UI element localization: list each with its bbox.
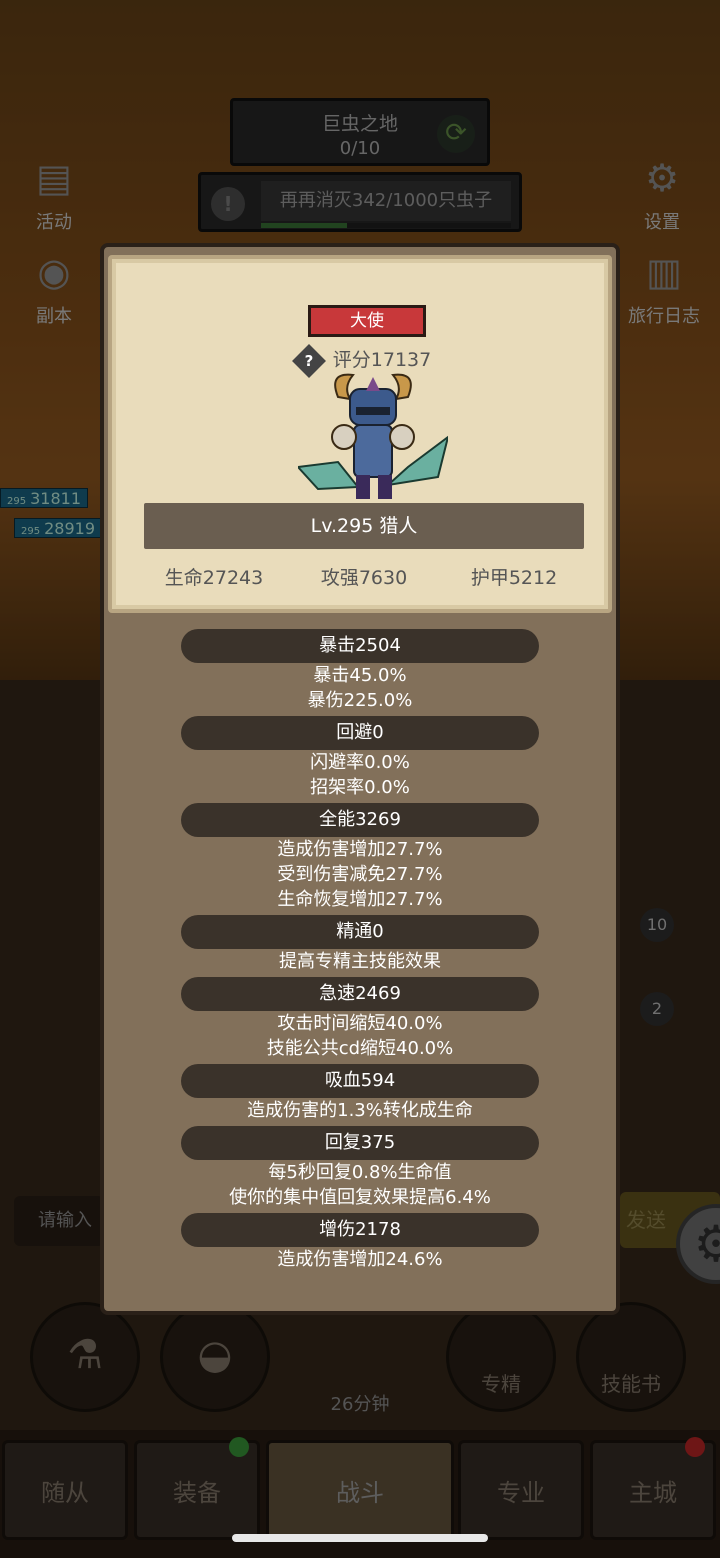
stat-detail: 造成伤害增加24.6% — [277, 1249, 443, 1270]
stat-group-haste: 急速2469 攻击时间缩短40.0% 技能公共cd缩短40.0% — [104, 977, 616, 1061]
stat-detail: 招架率0.0% — [310, 777, 410, 798]
stat-detail: 造成伤害增加27.7% — [277, 839, 443, 860]
stat-group-leech: 吸血594 造成伤害的1.3%转化成生命 — [104, 1064, 616, 1123]
hunter-sprite — [298, 373, 448, 499]
stat-attack-power: 攻强7630 — [320, 567, 408, 589]
stat-detail: 暴击45.0% — [313, 665, 407, 686]
stat-detail: 提高专精主技能效果 — [279, 951, 441, 972]
character-card: 大使 ? 评分17137 Lv.295 猎人 生命27243 攻强7630 护甲5… — [108, 255, 612, 613]
stat-header: 回复375 — [181, 1126, 539, 1160]
home-indicator[interactable] — [232, 1534, 488, 1542]
stat-detail: 攻击时间缩短40.0% — [277, 1013, 443, 1034]
stat-header: 增伤2178 — [181, 1213, 539, 1247]
stat-header: 精通0 — [181, 915, 539, 949]
stat-detail: 使你的集中值回复效果提高6.4% — [229, 1187, 491, 1208]
stat-armor: 护甲5212 — [470, 567, 558, 589]
stat-group-damage-bonus: 增伤2178 造成伤害增加24.6% — [104, 1213, 616, 1272]
stat-group-versatility: 全能3269 造成伤害增加27.7% 受到伤害减免27.7% 生命恢复增加27.… — [104, 803, 616, 912]
stat-detail: 每5秒回复0.8%生命值 — [268, 1162, 452, 1183]
stat-detail: 暴伤225.0% — [307, 690, 413, 711]
stat-detail: 造成伤害的1.3%转化成生命 — [247, 1100, 473, 1121]
stat-header: 全能3269 — [181, 803, 539, 837]
rank-badge: 大使 — [308, 305, 426, 337]
stat-group-crit: 暴击2504 暴击45.0% 暴伤225.0% — [104, 629, 616, 713]
stat-detail: 受到伤害减免27.7% — [277, 864, 443, 885]
stat-header: 吸血594 — [181, 1064, 539, 1098]
stat-group-regen: 回复375 每5秒回复0.8%生命值 使你的集中值回复效果提高6.4% — [104, 1126, 616, 1210]
character-stats-modal: 大使 ? 评分17137 Lv.295 猎人 生命27243 攻强7630 护甲5… — [100, 243, 620, 1315]
stat-header: 暴击2504 — [181, 629, 539, 663]
stat-detail: 生命恢复增加27.7% — [277, 889, 443, 910]
character-name-bar: Lv.295 猎人 — [144, 503, 584, 549]
stat-group-mastery: 精通0 提高专精主技能效果 — [104, 915, 616, 974]
stat-header: 回避0 — [181, 716, 539, 750]
stat-detail: 闪避率0.0% — [310, 752, 410, 773]
stat-header: 急速2469 — [181, 977, 539, 1011]
stat-hp: 生命27243 — [164, 567, 264, 589]
stat-detail: 技能公共cd缩短40.0% — [266, 1038, 454, 1059]
base-stats-row: 生命27243 攻强7630 护甲5212 — [112, 563, 616, 593]
secondary-stats-list: 暴击2504 暴击45.0% 暴伤225.0% 回避0 闪避率0.0% 招架率0… — [104, 629, 616, 1275]
stat-group-avoidance: 回避0 闪避率0.0% 招架率0.0% — [104, 716, 616, 800]
